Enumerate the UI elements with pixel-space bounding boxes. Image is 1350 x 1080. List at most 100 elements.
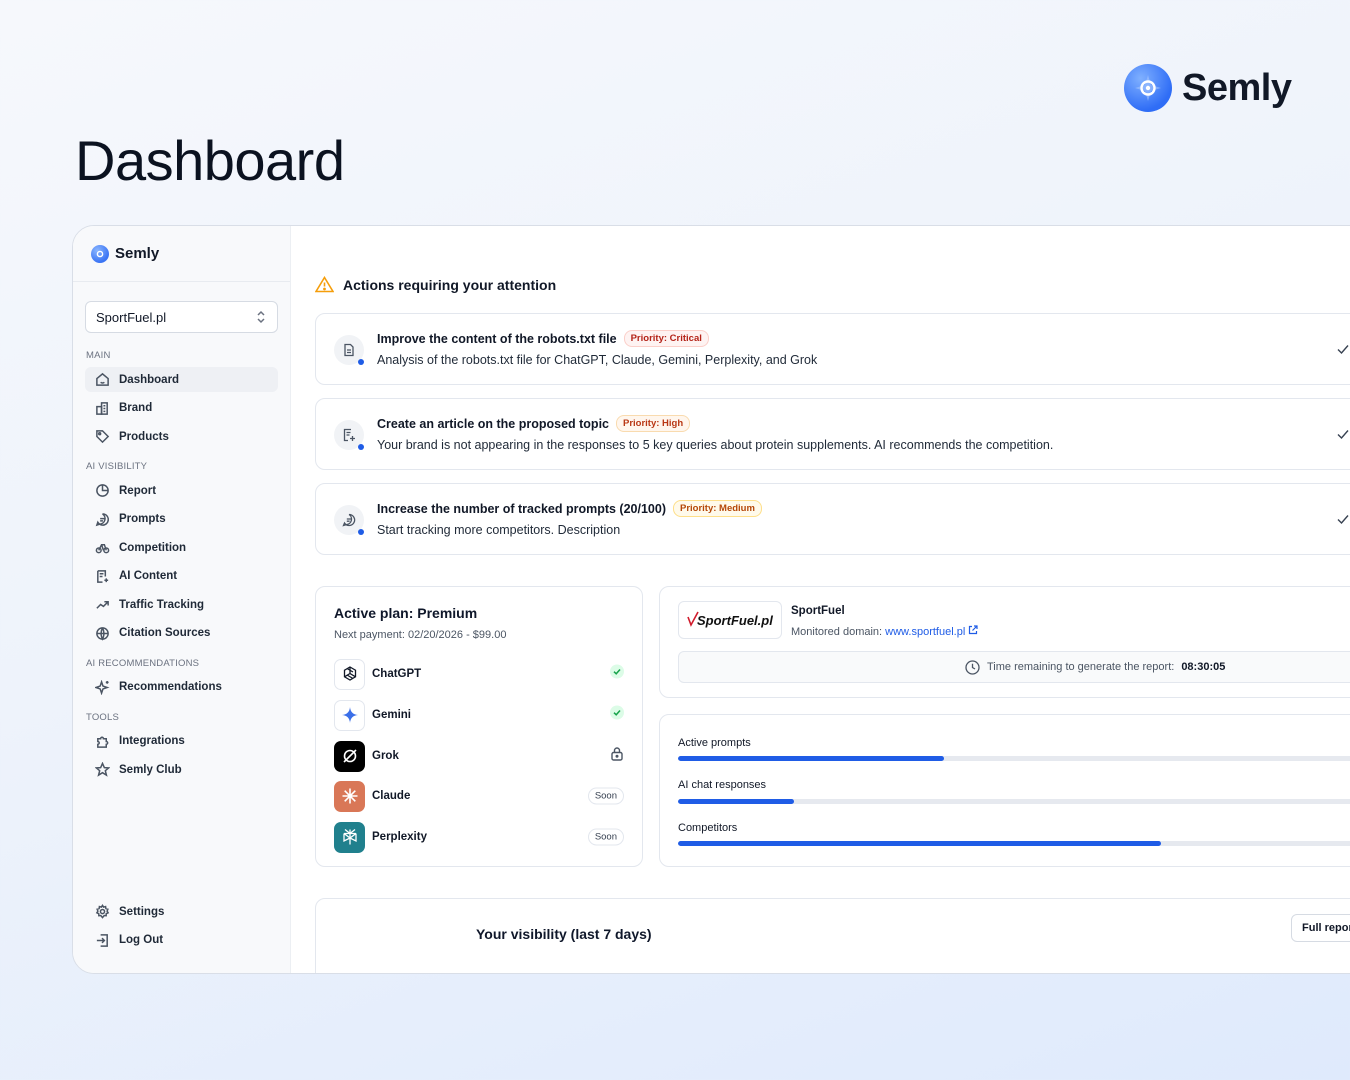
- action-title: Create an article on the proposed topic …: [377, 415, 691, 432]
- usage-label: Active prompts: [678, 737, 751, 749]
- check-icon[interactable]: [1336, 342, 1350, 356]
- provider-gemini[interactable]: Gemini: [334, 699, 624, 731]
- sidebar-item-products[interactable]: Products: [85, 424, 278, 449]
- visibility-title: Your visibility (last 7 days): [476, 926, 652, 942]
- report-timer: Time remaining to generate the report: 0…: [678, 651, 1350, 683]
- action-description: Start tracking more competitors. Descrip…: [377, 523, 621, 537]
- sidebar-item-report[interactable]: Report: [85, 478, 278, 503]
- provider-name: Gemini: [372, 709, 411, 721]
- clock-icon: [965, 659, 980, 675]
- sidebar-item-label: Recommendations: [119, 681, 222, 693]
- gemini-icon: [334, 699, 365, 731]
- usage-bar-track: [678, 799, 1350, 804]
- sidebar-item-label: Products: [119, 430, 169, 443]
- sidebar-item-label: Integrations: [119, 735, 185, 747]
- app-window: Semly SportFuel.pl MAIN Dashboard Brand …: [72, 225, 1350, 974]
- usage-label: AI chat responses: [678, 779, 767, 791]
- check-circle-icon: [610, 705, 624, 725]
- building-icon: [96, 401, 108, 415]
- sidebar-item-semly-club[interactable]: Semly Club: [85, 757, 278, 782]
- domain-label: Monitored domain:: [791, 626, 883, 638]
- sidebar-item-label: Dashboard: [119, 373, 180, 386]
- chatgpt-icon: [334, 658, 365, 690]
- external-link-icon[interactable]: [968, 625, 978, 635]
- sidebar-item-label: Report: [119, 484, 157, 497]
- document-icon: [334, 335, 364, 365]
- site-selector-value: SportFuel.pl: [96, 309, 167, 325]
- document-edit-icon: [334, 420, 364, 450]
- priority-badge: Priority: Critical: [623, 330, 709, 347]
- sidebar-item-brand[interactable]: Brand: [85, 396, 278, 421]
- usage-card: Active prompts AI chat responses Competi…: [659, 714, 1350, 867]
- action-card-article[interactable]: Create an article on the proposed topic …: [315, 398, 1350, 470]
- star-icon: [95, 762, 110, 777]
- action-card-robots[interactable]: Improve the content of the robots.txt fi…: [315, 313, 1350, 385]
- unread-dot: [358, 529, 364, 535]
- main-content: Actions requiring your attention Improve…: [291, 226, 1350, 973]
- attention-title: Actions requiring your attention: [343, 276, 557, 293]
- semly-logo-icon: [91, 244, 109, 263]
- provider-chatgpt[interactable]: ChatGPT: [334, 658, 624, 690]
- priority-badge: Priority: High: [616, 415, 691, 432]
- provider-name: ChatGPT: [372, 668, 422, 680]
- grok-icon: [334, 740, 365, 772]
- document-plus-icon: [97, 569, 109, 583]
- next-payment: Next payment: 02/20/2026 - $99.00: [334, 629, 507, 641]
- sparkles-icon: [95, 679, 110, 695]
- usage-bar-fill: [678, 756, 944, 761]
- chat-bubble-icon: [95, 512, 110, 526]
- sidebar: Semly SportFuel.pl MAIN Dashboard Brand …: [73, 226, 291, 973]
- sidebar-header: Semly: [73, 226, 290, 282]
- attention-header: Actions requiring your attention: [315, 276, 556, 293]
- check-icon[interactable]: [1336, 512, 1350, 526]
- warning-icon: [315, 276, 334, 293]
- tag-icon: [96, 430, 110, 444]
- sidebar-item-prompts[interactable]: Prompts: [85, 507, 278, 532]
- section-label-tools: TOOLS: [86, 711, 120, 723]
- provider-name: Claude: [372, 790, 411, 802]
- monitored-domain: Monitored domain: www.sportfuel.pl: [791, 625, 978, 638]
- provider-claude[interactable]: Claude Soon: [334, 780, 624, 812]
- action-card-prompts[interactable]: Increase the number of tracked prompts (…: [315, 483, 1350, 555]
- site-card: SportFuel.pl SportFuel Monitored domain:…: [659, 586, 1350, 698]
- sidebar-item-integrations[interactable]: Integrations: [85, 729, 278, 754]
- page-title: Dashboard: [75, 129, 345, 192]
- check-circle-icon: [610, 664, 624, 684]
- sidebar-item-label: Prompts: [119, 513, 166, 525]
- sidebar-item-label: Log Out: [119, 934, 164, 946]
- sidebar-item-citation-sources[interactable]: Citation Sources: [85, 621, 278, 646]
- usage-bar-track: [678, 841, 1350, 846]
- plan-card: Active plan: Premium Next payment: 02/20…: [315, 586, 643, 867]
- sidebar-item-competition[interactable]: Competition: [85, 535, 278, 560]
- soon-badge: Soon: [587, 828, 624, 846]
- semly-logo-icon: [1124, 64, 1172, 112]
- usage-label: Competitors: [678, 822, 738, 834]
- timer-value: 08:30:05: [1181, 661, 1226, 673]
- domain-link[interactable]: www.sportfuel.pl: [885, 626, 965, 638]
- section-label-ai-visibility: AI VISIBILITY: [86, 461, 148, 472]
- soon-badge: Soon: [587, 787, 624, 805]
- brand-name: Semly: [1182, 66, 1292, 109]
- sidebar-item-label: Semly Club: [119, 763, 182, 776]
- sidebar-item-dashboard[interactable]: Dashboard: [85, 367, 278, 392]
- sidebar-item-ai-content[interactable]: AI Content: [85, 564, 278, 589]
- sidebar-item-log-out[interactable]: Log Out: [85, 928, 278, 953]
- action-description: Your brand is not appearing in the respo…: [377, 438, 1054, 452]
- site-selector[interactable]: SportFuel.pl: [85, 301, 278, 333]
- section-label-main: MAIN: [86, 350, 111, 361]
- provider-grok[interactable]: Grok: [334, 740, 624, 772]
- log-out-icon: [96, 933, 108, 947]
- sidebar-item-traffic-tracking[interactable]: Traffic Tracking: [85, 592, 278, 617]
- full-report-button[interactable]: Full report: [1291, 914, 1350, 942]
- site-name: SportFuel: [791, 605, 845, 617]
- sidebar-item-label: Traffic Tracking: [119, 598, 205, 611]
- check-icon[interactable]: [1336, 427, 1350, 441]
- sidebar-item-settings[interactable]: Settings: [85, 899, 278, 924]
- provider-perplexity[interactable]: Perplexity Soon: [334, 821, 624, 853]
- unread-dot: [358, 444, 364, 450]
- timer-label: Time remaining to generate the report:: [987, 661, 1175, 673]
- lock-icon: [610, 746, 624, 766]
- visibility-card: Your visibility (last 7 days) Full repor…: [315, 898, 1350, 973]
- sidebar-item-recommendations[interactable]: Recommendations: [85, 675, 278, 700]
- chat-bubble-icon: [334, 505, 364, 535]
